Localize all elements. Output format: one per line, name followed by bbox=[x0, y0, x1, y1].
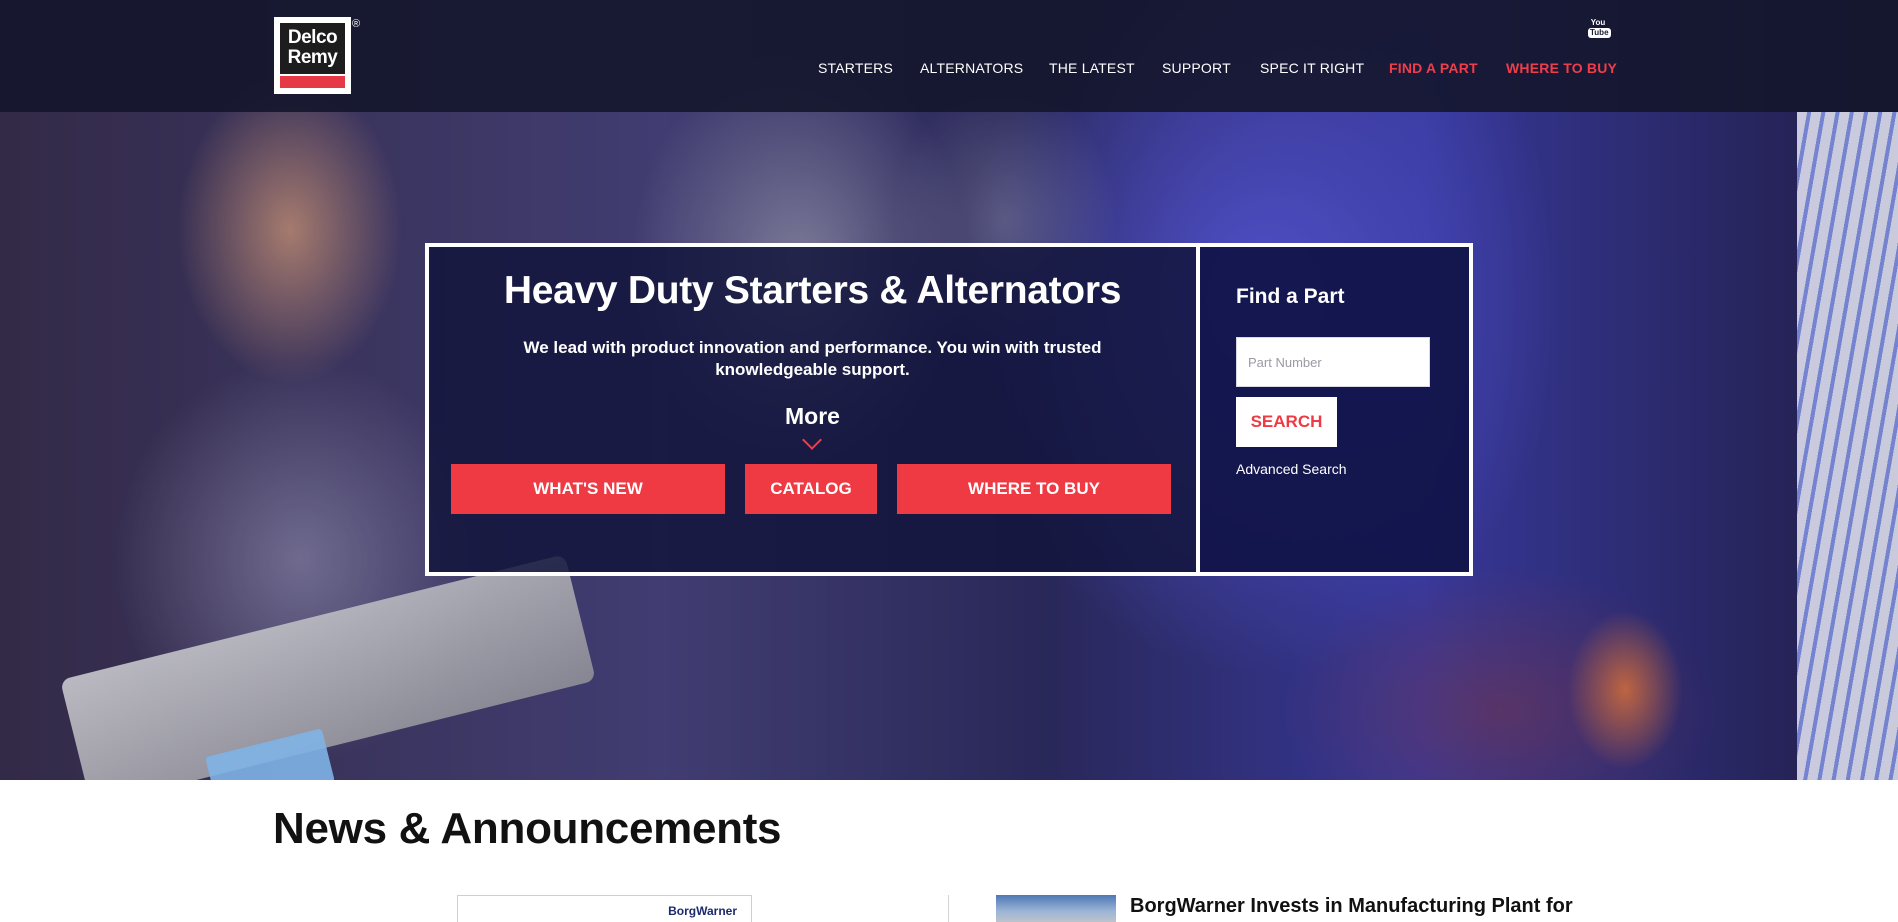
logo-line1: Delco bbox=[287, 27, 338, 48]
registered-mark: ® bbox=[352, 18, 361, 30]
whats-new-button[interactable]: WHAT'S NEW bbox=[451, 464, 725, 514]
hero-photo-edge bbox=[1797, 112, 1898, 780]
nav-spec-it-right[interactable]: SPEC IT RIGHT bbox=[1260, 59, 1364, 77]
nav-the-latest[interactable]: THE LATEST bbox=[1049, 59, 1135, 77]
part-number-input[interactable] bbox=[1236, 337, 1430, 387]
hero-title: Heavy Duty Starters & Alternators bbox=[503, 269, 1122, 312]
promo-panel: Heavy Duty Starters & Alternators We lea… bbox=[429, 247, 1196, 572]
advanced-search-link[interactable]: Advanced Search bbox=[1236, 461, 1347, 477]
nav-find-a-part[interactable]: FIND A PART bbox=[1389, 59, 1478, 77]
logo-red-bar bbox=[280, 76, 345, 88]
where-to-buy-button[interactable]: WHERE TO BUY bbox=[897, 464, 1171, 514]
hero-subtitle: We lead with product innovation and perf… bbox=[523, 338, 1102, 379]
find-part-panel: Find a Part SEARCH Advanced Search bbox=[1200, 247, 1469, 572]
logo-line2: Remy bbox=[287, 47, 338, 68]
news-divider bbox=[948, 895, 949, 922]
nav-starters[interactable]: STARTERS bbox=[818, 59, 893, 77]
youtube-icon[interactable]: You Tube bbox=[1588, 18, 1611, 39]
catalog-button[interactable]: CATALOG bbox=[745, 464, 877, 514]
hero-callout: Heavy Duty Starters & Alternators We lea… bbox=[425, 243, 1473, 576]
more-link[interactable]: More bbox=[429, 403, 1196, 430]
delco-remy-logo[interactable]: Delco Remy bbox=[274, 17, 351, 94]
logo-wordmark: Delco Remy bbox=[280, 23, 345, 74]
news-card-image[interactable]: BorgWarner bbox=[457, 895, 752, 922]
nav-support[interactable]: SUPPORT bbox=[1162, 59, 1231, 77]
search-button[interactable]: SEARCH bbox=[1236, 397, 1337, 447]
nav-where-to-buy[interactable]: WHERE TO BUY bbox=[1506, 59, 1617, 77]
news-section-title: News & Announcements bbox=[273, 804, 782, 853]
news-thumbnail[interactable] bbox=[996, 895, 1116, 922]
chevron-down-icon[interactable] bbox=[802, 430, 822, 450]
news-headline-link[interactable]: BorgWarner Invests in Manufacturing Plan… bbox=[1130, 895, 1573, 918]
site-header: Delco Remy ® STARTERS ALTERNATORS THE LA… bbox=[0, 0, 1898, 112]
borgwarner-logo: BorgWarner bbox=[668, 904, 737, 918]
youtube-you: You bbox=[1590, 18, 1606, 27]
find-part-title: Find a Part bbox=[1236, 285, 1345, 308]
youtube-tube: Tube bbox=[1588, 28, 1611, 38]
nav-alternators[interactable]: ALTERNATORS bbox=[920, 59, 1023, 77]
